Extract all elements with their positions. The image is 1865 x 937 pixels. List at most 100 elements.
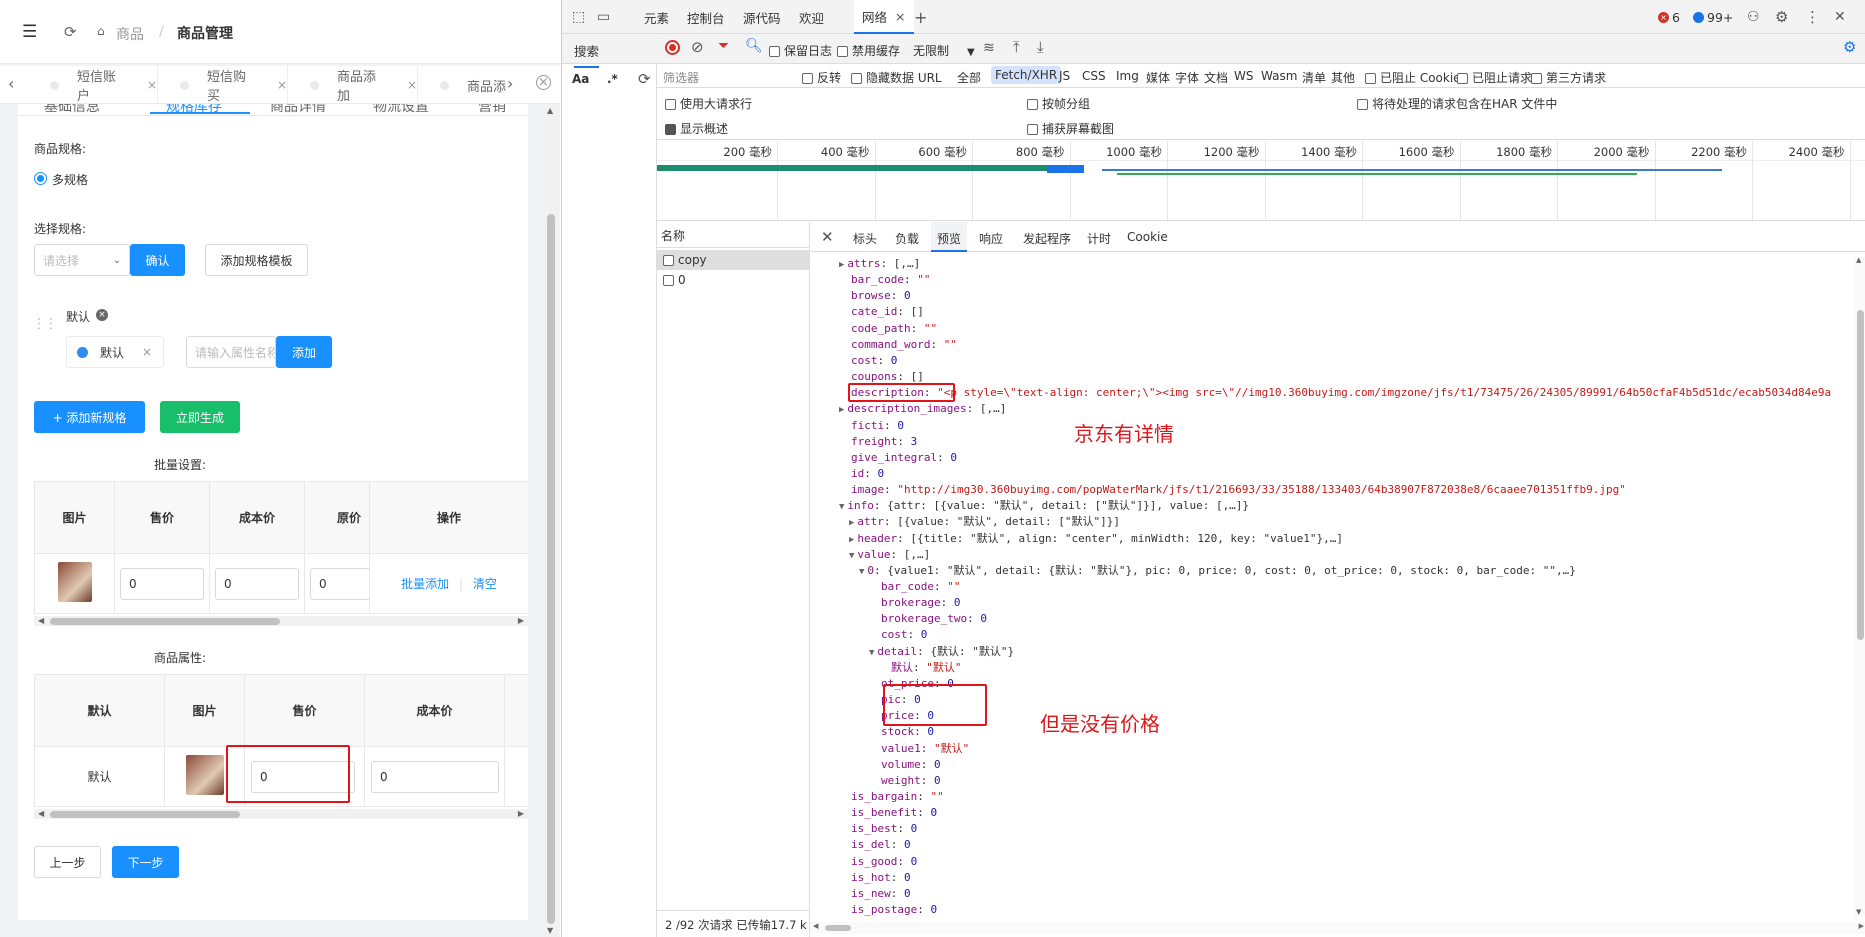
confirm-button[interactable]: 确认 (130, 244, 185, 276)
close-icon[interactable]: × (277, 78, 287, 92)
close-icon[interactable]: × (895, 9, 905, 24)
batch-original-price-input[interactable]: 0 (310, 567, 369, 600)
tab-console[interactable]: 控制台 (687, 0, 725, 34)
type-media[interactable]: 媒体 (1146, 69, 1170, 86)
batch-price-input[interactable]: 0 (120, 567, 204, 600)
attr-name-input[interactable]: 请输入属性名称 (186, 336, 276, 368)
record-icon[interactable] (665, 40, 680, 55)
type-css[interactable]: CSS (1082, 69, 1106, 83)
blocked-requests-checkbox[interactable]: 已阻止请求 (1457, 69, 1532, 86)
tab-welcome[interactable]: 欢迎 (799, 0, 824, 34)
tab-sources[interactable]: 源代码 (743, 0, 781, 34)
invert-checkbox[interactable]: 反转 (802, 69, 841, 86)
export-har-icon[interactable]: ⤓ (1037, 38, 1044, 56)
refresh-icon[interactable]: ⟳ (638, 70, 651, 88)
batch-image-cell[interactable] (34, 553, 115, 614)
page-scrollbar[interactable]: ▲ ▼ (544, 104, 558, 937)
close-devtools-icon[interactable]: ✕ (1834, 0, 1846, 34)
batch-cost-input[interactable]: 0 (215, 567, 299, 600)
breadcrumb-home[interactable]: 商品 (116, 24, 144, 44)
preview-vscrollbar[interactable]: ▲ ▼ (1854, 256, 1865, 916)
type-wasm[interactable]: Wasm (1261, 69, 1297, 83)
filter-input[interactable]: 筛选器 (663, 69, 699, 86)
search-tab[interactable]: 搜索 (574, 41, 600, 68)
scrollbar-thumb[interactable] (1857, 310, 1864, 640)
add-attr-button[interactable]: 添加 (276, 336, 332, 368)
close-icon[interactable]: × (142, 345, 152, 359)
preserve-log-checkbox[interactable]: 保留日志 (769, 42, 832, 59)
json-property-line[interactable]: ▼ 0: {value1: "默认", detail: {默认: "默认"}, p… (859, 563, 1576, 579)
type-other[interactable]: 其他 (1331, 69, 1355, 86)
json-property-line[interactable]: ▶ description_images: [,…] (839, 401, 1006, 417)
blocked-cookies-checkbox[interactable]: 已阻止 Cookie (1365, 69, 1461, 86)
connect-icon[interactable]: ⚇ (1747, 0, 1760, 34)
type-ws[interactable]: WS (1234, 69, 1253, 83)
tab-preview[interactable]: 预览 (931, 222, 968, 252)
request-row-0[interactable]: 0 (657, 270, 810, 290)
attrs-table-scrollbar[interactable]: ◀ ▶ (34, 809, 528, 819)
screenshots-checkbox[interactable]: 捕获屏幕截图 (1027, 120, 1114, 137)
inspect-icon[interactable]: ⬚ (572, 0, 585, 34)
network-settings-icon[interactable]: ⚙ (1843, 38, 1856, 56)
expand-icon[interactable]: ▶ (849, 518, 854, 528)
json-property-line[interactable]: ▶ header: [{title: "默认", align: "center",… (849, 531, 1343, 547)
timeline-overview[interactable]: 200 毫秒 400 毫秒 600 毫秒 800 毫秒 1000 毫秒 1200 毫秒 14… (657, 141, 1865, 221)
third-party-checkbox[interactable]: 第三方请求 (1531, 69, 1606, 86)
device-toolbar-icon[interactable]: ▭ (597, 0, 610, 34)
big-rows-checkbox[interactable]: 使用大请求行 (665, 95, 752, 112)
drag-handle-icon[interactable]: ⋮⋮ (32, 316, 58, 332)
expand-icon[interactable]: ▶ (839, 405, 844, 415)
expand-icon[interactable]: ▶ (849, 535, 854, 545)
type-js[interactable]: JS (1059, 69, 1070, 83)
tab-product-add[interactable]: 商品添加 × (296, 66, 418, 104)
throttle-select[interactable]: 无限制 ▼ (913, 42, 975, 59)
collapse-icon[interactable]: ▼ (849, 551, 854, 561)
tab-sms-account[interactable]: 短信账户 × (36, 66, 158, 104)
tab-response[interactable]: 响应 (979, 230, 1003, 247)
json-property-line[interactable]: ▼ value: [,…] (849, 547, 930, 563)
search-icon[interactable]: 🔍︎ (745, 38, 763, 54)
tab-product-add-2[interactable]: 商品添 (426, 66, 506, 104)
tab-elements[interactable]: 元素 (644, 0, 669, 34)
refresh-icon[interactable]: ⟳ (64, 23, 77, 41)
subtab-marketing[interactable]: 营销 (478, 104, 506, 116)
scrollbar-thumb[interactable] (50, 811, 240, 818)
tab-network[interactable]: 网络 × (854, 0, 914, 34)
next-step-button[interactable]: 下一步 (112, 846, 179, 878)
multi-spec-radio[interactable] (34, 172, 47, 185)
tab-headers[interactable]: 标头 (853, 230, 877, 247)
more-options-icon[interactable]: ⋮ (1805, 0, 1820, 34)
request-row-copy[interactable]: copy (657, 250, 810, 270)
close-icon[interactable]: × (407, 78, 417, 92)
batch-table-scrollbar[interactable]: ◀ ▶ (34, 616, 528, 626)
subtab-logistics[interactable]: 物流设置 (373, 104, 429, 116)
clear-link[interactable]: 清空 (473, 577, 497, 591)
disable-cache-checkbox[interactable]: 禁用缓存 (837, 42, 900, 59)
remove-group-icon[interactable]: × (96, 309, 108, 321)
type-img[interactable]: Img (1116, 69, 1139, 83)
json-property-line[interactable]: ▶ attr: [{value: "默认", detail: ["默认"]}] (849, 514, 1120, 530)
subtab-spec[interactable]: 规格库存 (166, 104, 222, 116)
clear-icon[interactable]: ⊘ (691, 38, 704, 56)
type-font[interactable]: 字体 (1175, 69, 1199, 86)
collapse-icon[interactable]: ▼ (859, 567, 864, 577)
json-property-line[interactable]: ▶ attrs: [,…] (839, 256, 920, 272)
add-new-spec-button[interactable]: + 添加新规格 (34, 401, 145, 433)
generate-button[interactable]: 立即生成 (160, 401, 240, 433)
attr-cost-input[interactable]: 0 (371, 760, 499, 793)
filter-icon[interactable]: ⏷ (718, 38, 729, 54)
type-fetch-xhr[interactable]: Fetch/XHR (991, 66, 1062, 84)
tab-payload[interactable]: 负载 (895, 230, 919, 247)
subtab-detail[interactable]: 商品详情 (270, 104, 326, 116)
prev-step-button[interactable]: 上一步 (34, 846, 101, 878)
hide-data-urls-checkbox[interactable]: 隐藏数据 URL (851, 69, 942, 86)
tab-cookies[interactable]: Cookie (1127, 230, 1168, 244)
tab-initiator[interactable]: 发起程序 (1023, 230, 1071, 247)
tabs-left-arrow-icon[interactable]: ‹ (8, 74, 14, 93)
scrollbar-thumb[interactable] (50, 618, 280, 625)
type-all[interactable]: 全部 (957, 69, 981, 86)
collapse-icon[interactable]: ▼ (839, 502, 844, 512)
error-badge[interactable]: × 6 (1658, 0, 1680, 34)
group-by-frame-checkbox[interactable]: 按帧分组 (1027, 95, 1090, 112)
json-property-line[interactable]: ▼ info: {attr: [{value: "默认", detail: ["默… (839, 498, 1249, 514)
